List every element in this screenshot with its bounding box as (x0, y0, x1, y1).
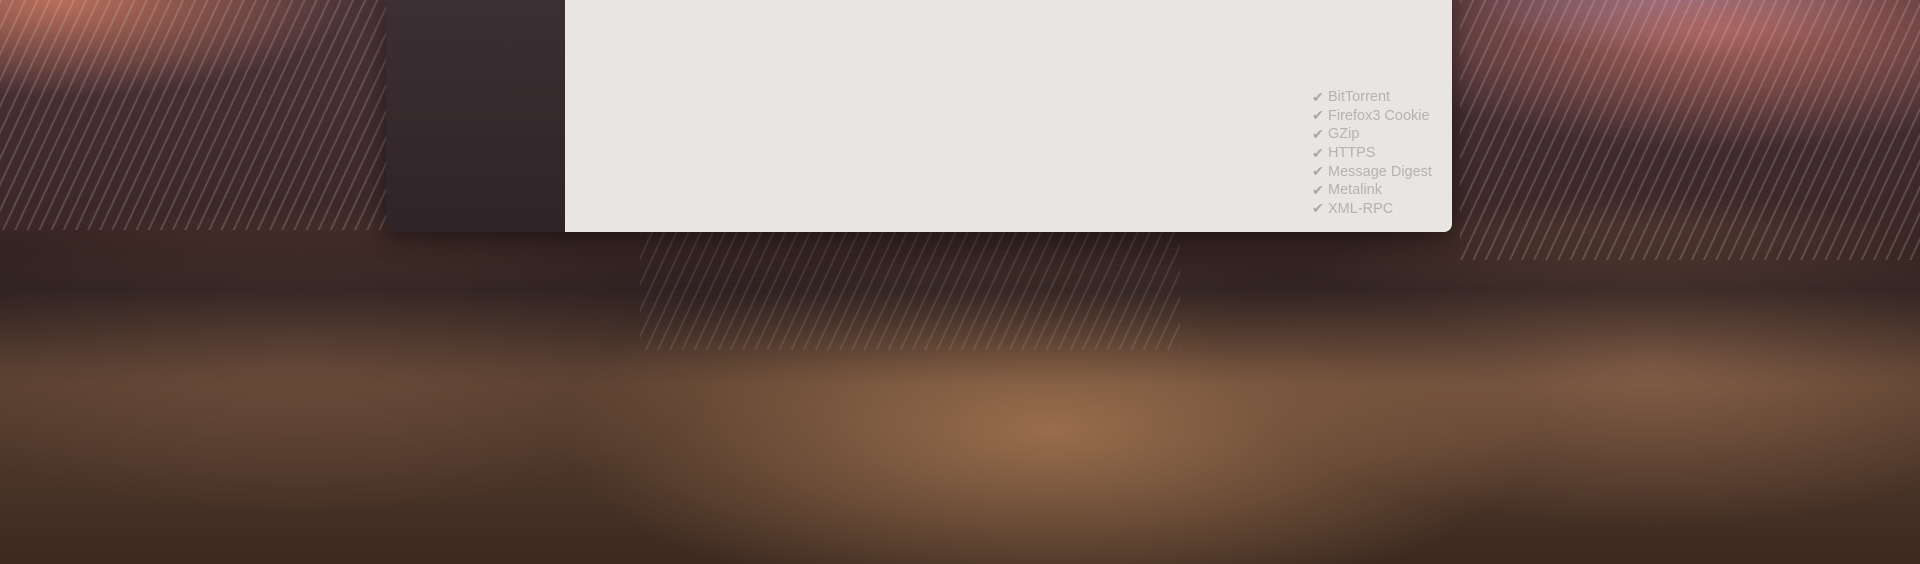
about-window: ✔ BitTorrent ✔ Firefox3 Cookie ✔ GZip ✔ … (386, 0, 1452, 232)
feature-list: ✔ BitTorrent ✔ Firefox3 Cookie ✔ GZip ✔ … (1312, 88, 1432, 218)
feature-label: XML-RPC (1328, 200, 1394, 217)
feature-label: GZip (1328, 126, 1360, 143)
checkmark-icon: ✔ (1312, 107, 1324, 124)
feature-item-message-digest: ✔ Message Digest (1312, 162, 1432, 181)
checkmark-icon: ✔ (1312, 181, 1324, 198)
feature-label: HTTPS (1328, 145, 1376, 162)
checkmark-icon: ✔ (1312, 88, 1324, 105)
checkmark-icon: ✔ (1312, 163, 1324, 180)
feature-label: BitTorrent (1328, 89, 1391, 106)
feature-item-firefox3-cookie: ✔ Firefox3 Cookie (1312, 107, 1432, 126)
feature-item-metalink: ✔ Metalink (1312, 181, 1432, 200)
desktop-wallpaper: ✔ BitTorrent ✔ Firefox3 Cookie ✔ GZip ✔ … (0, 0, 1920, 564)
feature-item-bittorrent: ✔ BitTorrent (1312, 88, 1432, 107)
feature-item-gzip: ✔ GZip (1312, 125, 1432, 144)
feature-label: Firefox3 Cookie (1328, 107, 1430, 124)
checkmark-icon: ✔ (1312, 125, 1324, 142)
wallpaper-snow-mid (640, 230, 1180, 350)
wallpaper-ridge-shadow (0, 225, 1920, 385)
wallpaper-snow-right (1460, 0, 1920, 260)
feature-label: Metalink (1328, 182, 1382, 199)
window-sidebar (386, 0, 565, 232)
wallpaper-snow-left (0, 0, 390, 230)
feature-item-https: ✔ HTTPS (1312, 144, 1432, 163)
feature-label: Message Digest (1328, 163, 1432, 180)
feature-item-xml-rpc: ✔ XML-RPC (1312, 200, 1432, 219)
checkmark-icon: ✔ (1312, 200, 1324, 217)
checkmark-icon: ✔ (1312, 144, 1324, 161)
